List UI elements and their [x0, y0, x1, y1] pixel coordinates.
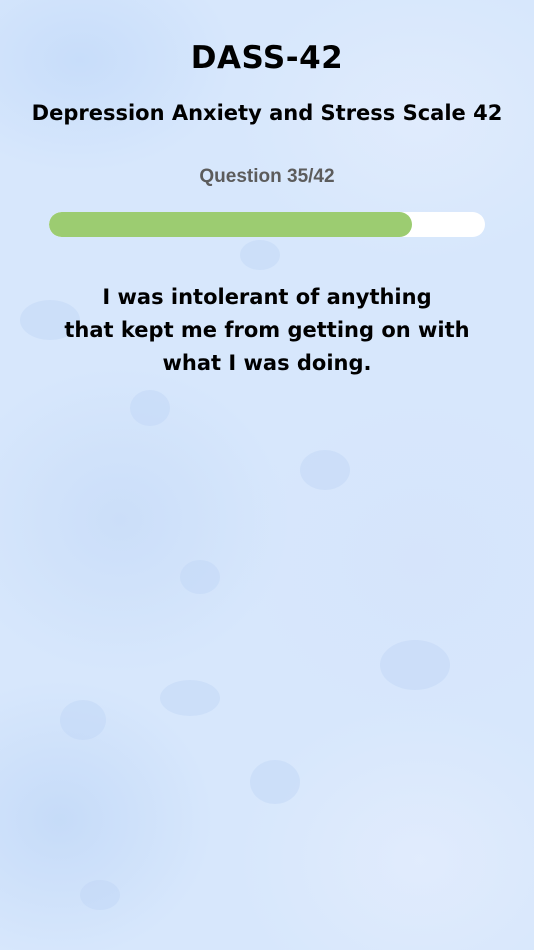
progress-bar	[49, 212, 485, 237]
question-counter: Question 35/42	[199, 166, 335, 187]
progress-bar-fill	[49, 212, 413, 237]
app-title: DASS-42	[190, 40, 344, 76]
question-text-line: that kept me from getting on with	[64, 318, 470, 342]
app-subtitle: Depression Anxiety and Stress Scale 42	[31, 101, 503, 125]
question-text: I was intolerant of anything that kept m…	[50, 281, 484, 380]
quiz-screen: DASS-42 Depression Anxiety and Stress Sc…	[0, 0, 534, 950]
question-text-line: what I was doing.	[162, 351, 372, 375]
question-text-line: I was intolerant of anything	[102, 285, 432, 309]
